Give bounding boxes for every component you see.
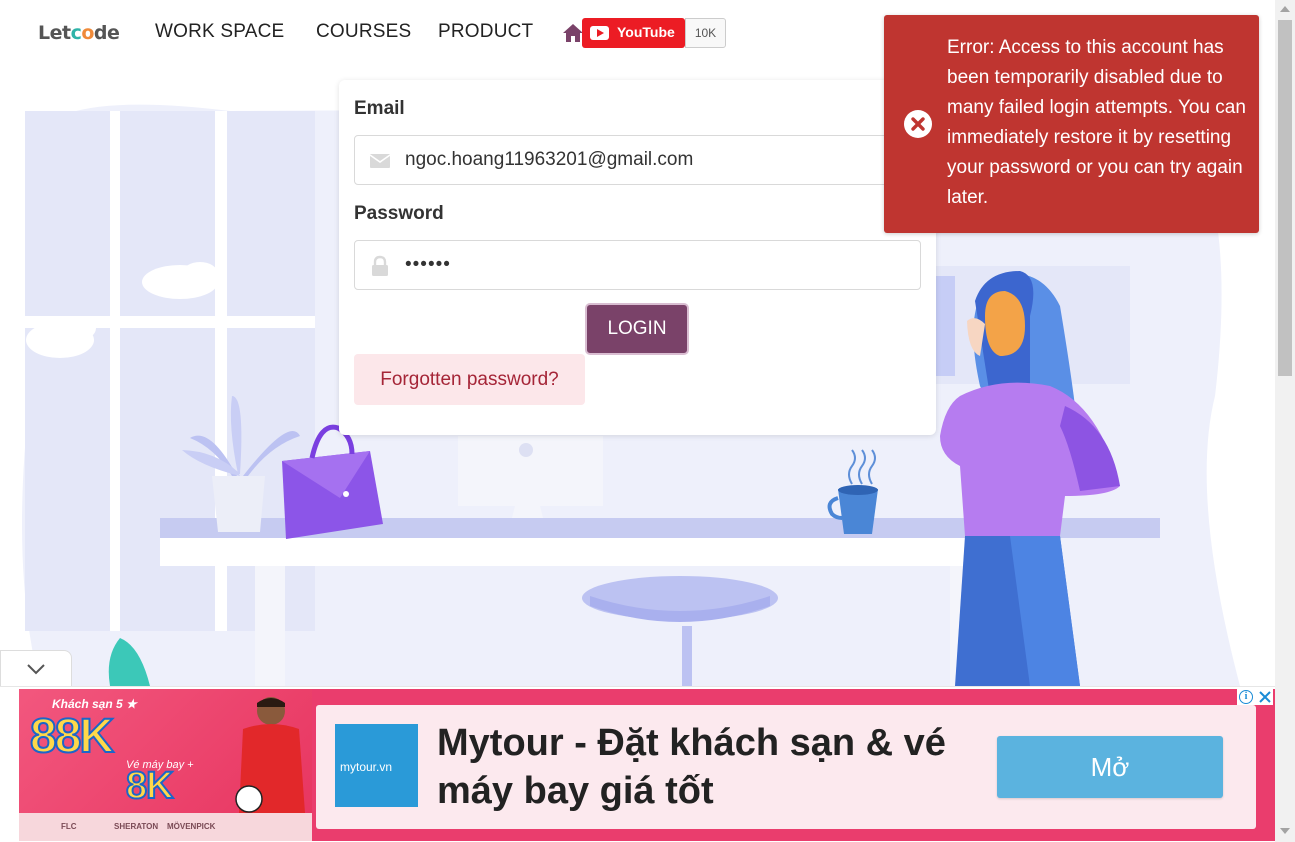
- chevron-down-icon: [27, 664, 45, 675]
- youtube-play-icon: [590, 26, 609, 40]
- logo-text-suffix: de: [93, 22, 120, 44]
- nav-link-workspace[interactable]: WORK SPACE: [155, 21, 284, 43]
- login-button[interactable]: LOGIN: [585, 303, 689, 355]
- email-label: Email: [354, 98, 405, 119]
- ad-brand-strip: FLC SHERATON MÖVENPICK: [19, 813, 312, 841]
- ad-promo-big2: 8K: [125, 764, 175, 808]
- error-message: Error: Access to this account has been t…: [947, 37, 1246, 208]
- page-scrollbar[interactable]: [1275, 0, 1295, 842]
- email-field[interactable]: ngoc.hoang11963201@gmail.com: [354, 135, 921, 185]
- letcode-logo[interactable]: Letcode: [38, 22, 120, 44]
- ad-brand-sheraton: SHERATON: [114, 822, 159, 831]
- mytour-logo-text: mytour.vn: [340, 760, 393, 774]
- nav-link-product[interactable]: PRODUCT: [438, 21, 533, 43]
- ad-promo-image[interactable]: Khách sạn 5 ★ 88K Vé máy bay + 8K FLC SH…: [19, 689, 312, 841]
- login-card: Email ngoc.hoang11963201@gmail.com Passw…: [339, 80, 936, 435]
- password-field[interactable]: ••••••: [354, 240, 921, 290]
- scroll-up-arrow-icon[interactable]: [1280, 6, 1290, 12]
- nav-link-courses[interactable]: COURSES: [316, 21, 411, 43]
- youtube-subscriber-count: 10K: [685, 18, 726, 48]
- envelope-icon: [369, 154, 391, 168]
- ad-promo-big1: 88K: [29, 709, 115, 764]
- ad-collapse-toggle[interactable]: [0, 650, 72, 687]
- error-toast[interactable]: Error: Access to this account has been t…: [884, 15, 1259, 233]
- logo-text-c: c: [70, 22, 82, 44]
- lock-icon: [372, 255, 388, 276]
- mytour-logo[interactable]: mytour.vn: [335, 724, 418, 807]
- forgot-password-button[interactable]: Forgotten password?: [354, 354, 585, 405]
- ad-banner[interactable]: Khách sạn 5 ★ 88K Vé máy bay + 8K FLC SH…: [0, 686, 1275, 842]
- ad-content-card[interactable]: mytour.vn Mytour - Đặt khách sạn & vé má…: [316, 705, 1256, 829]
- logo-text-prefix: Let: [38, 22, 71, 44]
- scroll-down-arrow-icon[interactable]: [1280, 828, 1290, 834]
- email-value: ngoc.hoang11963201@gmail.com: [405, 149, 694, 170]
- ad-brand-flc: FLC: [61, 822, 77, 831]
- password-value: ••••••: [405, 254, 451, 275]
- youtube-label: YouTube: [617, 24, 675, 40]
- ad-title[interactable]: Mytour - Đặt khách sạn & vé máy bay giá …: [437, 719, 957, 815]
- page-root: Letcode WORK SPACE COURSES PRODUCT YouTu…: [0, 0, 1295, 842]
- password-label: Password: [354, 203, 444, 224]
- ad-info-icon[interactable]: i: [1239, 690, 1253, 704]
- ad-container[interactable]: Khách sạn 5 ★ 88K Vé máy bay + 8K FLC SH…: [19, 689, 1275, 841]
- ad-person-image: [235, 697, 305, 813]
- ad-open-button[interactable]: Mở: [997, 736, 1223, 798]
- youtube-subscribe-button[interactable]: YouTube: [582, 18, 685, 48]
- home-icon[interactable]: [562, 22, 584, 44]
- logo-text-o: o: [81, 22, 94, 44]
- ad-brand-movenpick: MÖVENPICK: [167, 822, 216, 831]
- ad-close-icon[interactable]: [1258, 690, 1272, 704]
- error-circle-icon: [904, 110, 932, 138]
- scrollbar-thumb[interactable]: [1278, 20, 1292, 376]
